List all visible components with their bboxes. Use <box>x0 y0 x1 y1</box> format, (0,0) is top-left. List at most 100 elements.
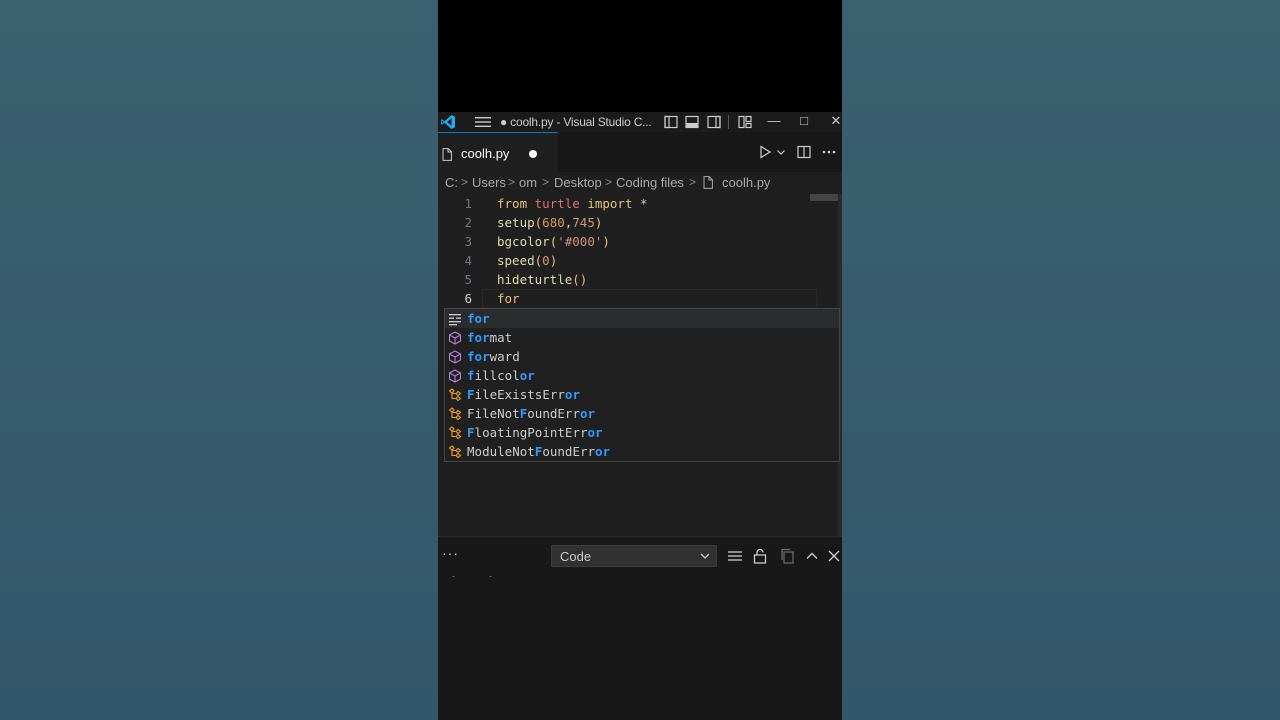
code-line[interactable]: 4 speed(0) <box>438 251 818 270</box>
breadcrumb-item[interactable]: Coding files <box>616 175 684 190</box>
suggestion-floatingpointerror[interactable]: FloatingPointError <box>445 423 839 442</box>
suggestion-fileexistserror[interactable]: FileExistsError <box>445 385 839 404</box>
toggle-primary-sidebar-icon[interactable] <box>664 115 678 129</box>
code-line[interactable]: 3 bgcolor('#000') <box>438 232 818 251</box>
unsaved-dot-icon[interactable] <box>529 150 537 158</box>
maximize-button[interactable]: □ <box>796 113 812 128</box>
suggestion-label: forward <box>467 349 520 364</box>
breadcrumb-item[interactable]: om <box>519 175 537 190</box>
run-dropdown-chevron-icon[interactable] <box>776 145 786 159</box>
breadcrumb-separator: > <box>542 175 550 189</box>
window-title: ● coolh.py - Visual Studio C... <box>500 115 652 129</box>
file-icon <box>703 176 713 189</box>
suggestion-label: ModuleNotFoundError <box>467 444 611 459</box>
code-token: ) <box>602 234 610 249</box>
output-channel-value: Code <box>560 549 592 564</box>
code-text: speed(0) <box>497 253 557 268</box>
method-icon <box>448 350 462 364</box>
tab-bar: coolh.py <box>438 132 842 172</box>
run-icon[interactable] <box>758 145 772 159</box>
file-icon <box>442 148 452 161</box>
chevron-down-icon <box>700 553 710 559</box>
tab-label: coolh.py <box>461 146 510 161</box>
code-text: from turtle import * <box>497 196 648 211</box>
class-icon <box>448 407 462 421</box>
line-number: 4 <box>464 253 472 268</box>
minimap[interactable] <box>810 194 838 201</box>
breadcrumb-item[interactable]: C: <box>445 175 458 190</box>
toggle-secondary-sidebar-icon[interactable] <box>707 115 721 129</box>
breadcrumb-item[interactable]: coolh.py <box>722 175 770 190</box>
code-token: bgcolor <box>497 234 550 249</box>
maximize-panel-icon[interactable] <box>804 548 820 564</box>
minimize-button[interactable]: — <box>766 113 782 128</box>
title-divider <box>728 115 729 129</box>
suggestion-label: format <box>467 330 513 345</box>
lock-scroll-icon[interactable] <box>752 548 768 564</box>
code-line[interactable]: 6 for <box>438 289 818 308</box>
breadcrumb-separator: > <box>461 175 469 189</box>
code-line[interactable]: 5 hideturtle() <box>438 270 818 289</box>
suggestion-fillcolor[interactable]: fillcolor <box>445 366 839 385</box>
suggestion-label: for <box>467 311 490 326</box>
editor-tab-coolh[interactable]: coolh.py <box>438 132 558 172</box>
suggestion-forward[interactable]: forward <box>445 347 839 366</box>
output-mark: - <box>452 571 455 581</box>
close-panel-icon[interactable] <box>826 548 842 564</box>
breadcrumb-item[interactable]: Desktop <box>554 175 602 190</box>
line-number: 5 <box>464 272 472 287</box>
line-number: 3 <box>464 234 472 249</box>
output-panel: ··· Code - - <box>438 536 842 720</box>
split-editor-icon[interactable] <box>797 145 811 159</box>
toggle-panel-icon[interactable] <box>685 115 699 129</box>
code-line[interactable]: 1 from turtle import * <box>438 194 818 213</box>
menu-icon[interactable] <box>474 115 492 129</box>
background-right <box>842 0 1280 720</box>
code-token: '#000' <box>557 234 603 249</box>
customize-layout-icon[interactable] <box>738 115 752 129</box>
clear-output-icon[interactable] <box>727 548 743 564</box>
code-token: from <box>497 196 528 211</box>
close-window-button[interactable]: ✕ <box>828 113 842 129</box>
vscode-logo-icon <box>441 115 455 129</box>
snippet-icon <box>448 312 462 326</box>
breadcrumb-item[interactable]: Users <box>472 175 506 190</box>
code-text: bgcolor('#000') <box>497 234 610 249</box>
title-bar: ● coolh.py - Visual Studio C... — □ ✕ <box>438 112 842 132</box>
code-token: setup <box>497 215 535 230</box>
class-icon <box>448 445 462 459</box>
line-number: 2 <box>464 215 472 230</box>
output-mark: - <box>489 571 492 581</box>
code-token: 0 <box>542 253 550 268</box>
output-channel-select[interactable]: Code <box>551 545 717 567</box>
suggestion-format[interactable]: format <box>445 328 839 347</box>
suggestion-label: FloatingPointError <box>467 425 603 440</box>
breadcrumb-separator: > <box>508 175 516 189</box>
code-token: ) <box>549 253 558 268</box>
suggestion-filenotfounderror[interactable]: FileNotFoundError <box>445 404 839 423</box>
breadcrumb-separator: > <box>689 175 697 189</box>
vscode-window: ● coolh.py - Visual Studio C... — □ ✕ co… <box>438 0 842 720</box>
copy-icon[interactable] <box>779 548 795 564</box>
line-number: 6 <box>464 291 472 306</box>
code-text: for <box>497 291 520 306</box>
code-token: import <box>587 196 633 211</box>
panel-more-icon[interactable]: ··· <box>442 545 459 561</box>
suggest-widget: for format forward fillcolor FileExistsError… <box>444 308 840 462</box>
suggestion-for[interactable]: for <box>445 309 839 328</box>
code-line[interactable]: 2 setup(680,745) <box>438 213 818 232</box>
method-icon <box>448 369 462 383</box>
code-text: setup(680,745) <box>497 215 602 230</box>
class-icon <box>448 426 462 440</box>
breadcrumb-separator: > <box>605 175 613 189</box>
more-actions-icon[interactable] <box>821 145 837 159</box>
code-token: 680 <box>542 215 565 230</box>
breadcrumb: C: > Users > om > Desktop > Coding files… <box>438 172 842 194</box>
background-left <box>0 0 438 720</box>
suggestion-label: fillcolor <box>467 368 535 383</box>
code-token: () <box>572 272 588 287</box>
code-token: 745 <box>572 215 595 230</box>
line-number: 1 <box>464 196 472 211</box>
suggestion-modulenotfounderror[interactable]: ModuleNotFoundError <box>445 442 839 461</box>
